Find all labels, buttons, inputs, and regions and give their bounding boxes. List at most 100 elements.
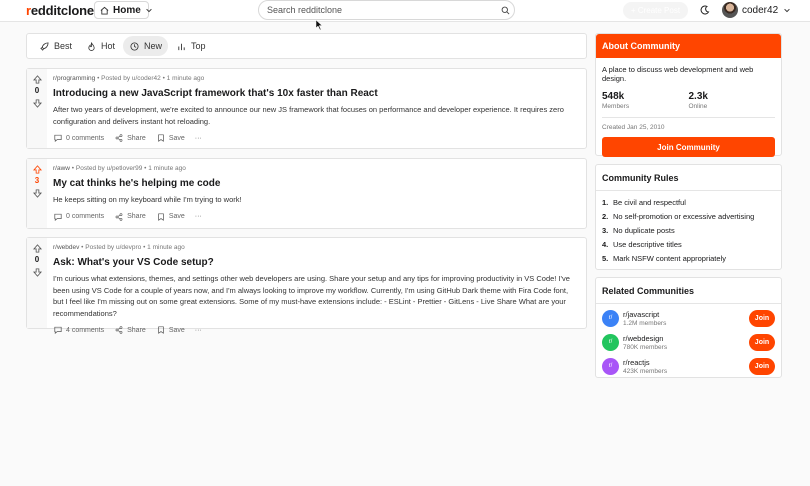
save-label: Save [168,213,185,220]
search-input[interactable]: Search redditclone [258,0,515,20]
share-button[interactable]: Share [114,133,146,143]
post-actions: 0 comments Share Save ··· [53,212,576,222]
community-name[interactable]: r/webdesign [623,334,667,343]
subreddit-link[interactable]: r/webdev [53,244,79,251]
related-community-item[interactable]: r/ r/webdesign 780K members Join [602,330,775,354]
comments-button[interactable]: 0 comments [53,133,104,143]
avatar [722,2,738,18]
top-header: redditclone Home Search redditclone + Cr… [0,0,810,22]
join-button[interactable]: Join [749,357,775,375]
community-members: 780K members [623,343,668,351]
vote-column: 0 [27,238,47,328]
comments-button[interactable]: 4 comments [53,325,104,335]
share-label: Share [127,326,146,334]
upvote-arrow-icon[interactable] [32,243,42,253]
sort-new[interactable]: New [123,36,169,56]
username: coder42 [742,4,779,16]
share-icon [114,133,124,143]
related-community-item[interactable]: r/ r/javascript 1.2M members Join [602,306,775,330]
about-description: A place to discuss web development and w… [602,65,754,83]
share-icon [114,325,124,335]
post-author[interactable]: Posted by u/devpro [85,244,141,251]
join-button[interactable]: Join [749,309,775,327]
community-rules-card: Community Rules 1. Be civil and respectfu… [595,164,782,270]
upvote-arrow-icon[interactable] [32,164,42,174]
subreddit-link[interactable]: r/aww [53,165,70,172]
create-post-button[interactable]: + Create Post [623,2,688,19]
share-icon [114,212,124,222]
vote-count: 3 [34,176,40,185]
clock-icon [129,41,139,51]
chevron-down-icon [145,5,153,15]
vote-count: 0 [34,255,40,264]
online-count: 2.3k [688,91,708,102]
more-options-icon[interactable]: ··· [195,213,202,220]
sort-top-label: Top [191,41,206,51]
post-author[interactable]: Posted by u/coder42 [101,75,161,82]
rule-number: 4. [602,239,609,249]
related-community-item[interactable]: r/ r/reactjs 423K members Join [602,354,775,378]
post-title[interactable]: Ask: What's your VS Code setup? [53,257,576,268]
more-options-icon[interactable]: ··· [195,327,202,334]
rule-text: Mark NSFW content appropriately [613,253,726,263]
share-button[interactable]: Share [114,325,146,335]
post-card[interactable]: 0 r/programming • Posted by u/coder42 • … [26,68,587,149]
comment-icon [53,212,63,222]
home-label: Home [113,4,141,16]
comments-label: 0 comments [66,134,105,142]
save-button[interactable]: Save [156,133,185,143]
post-author[interactable]: Posted by u/petlover99 [76,165,143,172]
post-text: He keeps sitting on my keyboard while I'… [53,195,242,204]
rule-text: No self-promotion or excessive advertisi… [613,211,755,221]
join-button[interactable]: Join [749,333,775,351]
sort-hot-label: Hot [101,41,116,51]
bookmark-icon [156,133,166,143]
sort-best[interactable]: Best [33,36,78,56]
search-icon[interactable] [496,6,514,15]
share-label: Share [127,134,146,142]
divider [602,117,775,118]
community-name[interactable]: r/javascript [623,310,666,319]
downvote-arrow-icon[interactable] [32,188,42,198]
downvote-arrow-icon[interactable] [32,267,42,277]
bar-chart-icon [176,41,186,51]
logo-text: edditclone [30,3,94,18]
post-card[interactable]: 3 r/aww • Posted by u/petlover99 • 1 min… [26,158,587,229]
vote-column: 0 [27,69,47,148]
community-members: 1.2M members [623,319,667,327]
comments-button[interactable]: 0 comments [53,212,104,222]
more-options-icon[interactable]: ··· [195,135,202,142]
rule-item: 1. Be civil and respectful [602,195,781,209]
flame-icon [86,41,96,51]
sort-top[interactable]: Top [170,36,212,56]
post-card[interactable]: 0 r/webdev • Posted by u/devpro • 1 minu… [26,237,587,334]
post-title[interactable]: Introducing a new JavaScript framework t… [53,88,576,99]
share-button[interactable]: Share [114,212,146,222]
join-community-button[interactable]: Join Community [602,137,775,157]
rule-number: 5. [602,253,609,263]
sort-hot[interactable]: Hot [80,36,121,56]
rule-text: No duplicate posts [613,225,675,235]
user-menu[interactable]: coder42 [722,1,792,19]
post-actions: 4 comments Share Save ··· [53,325,576,335]
community-name[interactable]: r/reactjs [623,358,667,367]
community-avatar: r/ [602,333,619,351]
post-title[interactable]: My cat thinks he's helping me code [53,178,576,189]
members-count: 548k [602,91,625,102]
bookmark-icon [156,212,166,222]
share-label: Share [127,213,146,220]
rule-number: 1. [602,197,609,207]
rules-title: Community Rules [596,165,781,191]
post-text: After two years of development, we're ex… [53,105,564,126]
downvote-arrow-icon[interactable] [32,98,42,108]
moon-icon[interactable] [698,3,712,17]
post-actions: 0 comments Share Save ··· [53,133,576,143]
upvote-arrow-icon[interactable] [32,74,42,84]
home-dropdown[interactable]: Home [94,1,152,19]
save-button[interactable]: Save [156,325,185,335]
subreddit-link[interactable]: r/programming [53,75,95,82]
sort-best-label: Best [54,41,73,51]
site-logo[interactable]: redditclone [26,3,94,18]
save-button[interactable]: Save [156,212,185,222]
community-avatar: r/ [602,357,619,375]
